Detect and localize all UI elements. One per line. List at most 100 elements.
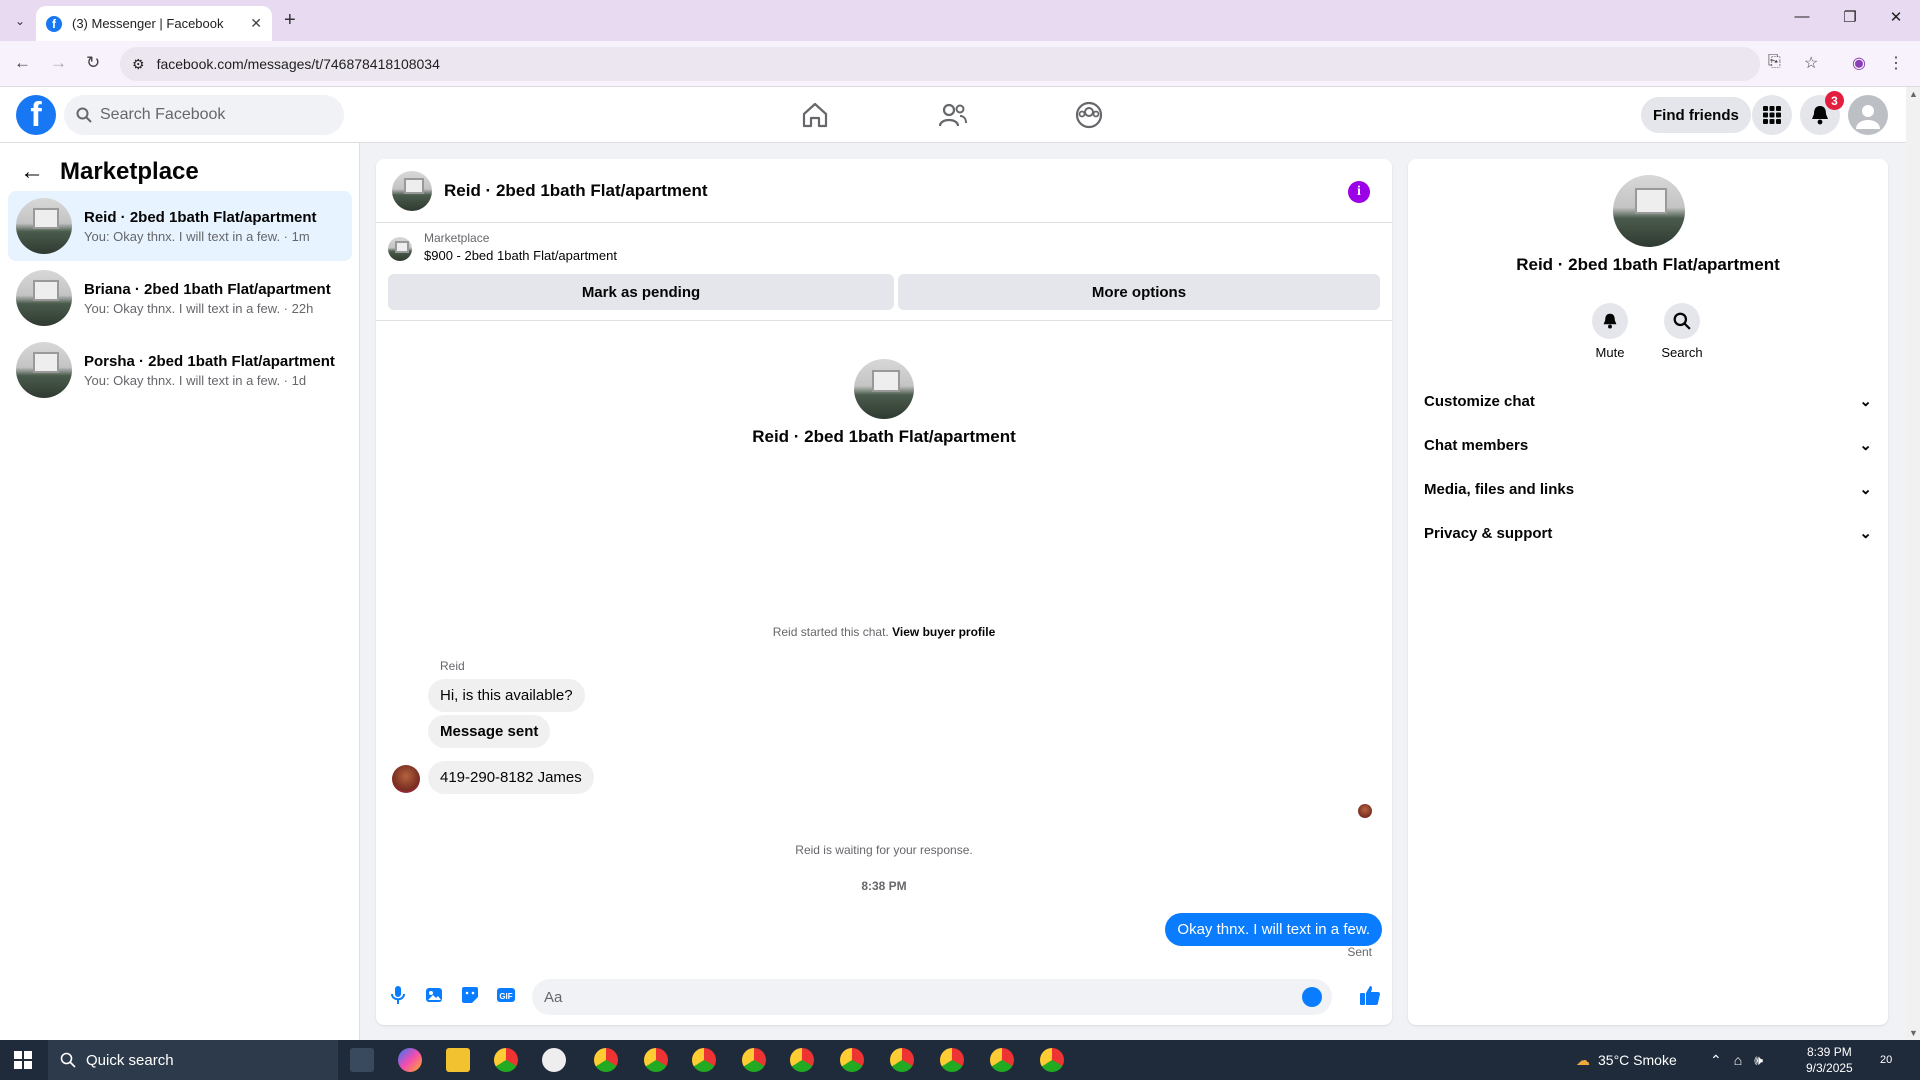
app-icon[interactable] — [542, 1048, 566, 1072]
customize-chat-section[interactable]: Customize chat ⌄ — [1424, 379, 1872, 423]
thumbs-up-icon[interactable] — [1358, 983, 1382, 1007]
incoming-message[interactable]: Message sent — [428, 715, 551, 748]
reload-icon[interactable]: ↻ — [86, 53, 100, 73]
scroll-down-arrow-icon[interactable]: ▼ — [1909, 1028, 1918, 1038]
photo-icon[interactable] — [422, 983, 446, 1007]
back-arrow-icon[interactable]: ← — [14, 53, 31, 73]
new-tab-plus-icon[interactable]: + — [284, 9, 296, 32]
privacy-support-section[interactable]: Privacy & support ⌄ — [1424, 511, 1872, 555]
tab-list-chevron-icon[interactable]: ⌄ — [8, 9, 32, 33]
browser-tab-active[interactable]: f (3) Messenger | Facebook ✕ — [36, 6, 272, 41]
marketplace-header: ← Marketplace — [20, 158, 199, 186]
listing-title[interactable]: $900 - 2bed 1bath Flat/apartment — [424, 248, 617, 263]
search-label: Search — [1661, 345, 1703, 360]
chrome-icon[interactable] — [790, 1048, 814, 1072]
account-avatar-button[interactable] — [1848, 95, 1888, 135]
info-avatar[interactable] — [1613, 175, 1685, 247]
facebook-logo-icon[interactable]: f — [16, 95, 56, 135]
system-tray[interactable]: ⌃ ⌂ 🕪 — [1710, 1040, 1763, 1080]
info-icon[interactable]: i — [1348, 181, 1370, 203]
tray-chevron-up-icon[interactable]: ⌃ — [1710, 1052, 1722, 1069]
chrome-icon[interactable] — [990, 1048, 1014, 1072]
chrome-icon[interactable] — [692, 1048, 716, 1072]
profile-icon[interactable]: ◉ — [1852, 53, 1866, 73]
search-icon — [60, 1052, 76, 1068]
facebook-search-input[interactable]: Search Facebook — [64, 95, 344, 135]
chat-members-section[interactable]: Chat members ⌄ — [1424, 423, 1872, 467]
facebook-header: f Search Facebook Find friends 3 — [0, 87, 1906, 143]
microphone-icon[interactable] — [386, 983, 410, 1007]
facebook-favicon-icon: f — [46, 15, 62, 32]
search-in-chat-button[interactable]: Search — [1650, 303, 1714, 360]
chrome-icon[interactable] — [1040, 1048, 1064, 1072]
svg-text:GIF: GIF — [499, 992, 512, 1001]
volume-icon[interactable]: 🕪 — [1754, 1052, 1763, 1069]
gif-icon[interactable]: GIF — [494, 983, 518, 1007]
window-close-icon[interactable]: ✕ — [1874, 8, 1918, 26]
conversation-item[interactable]: Reid · 2bed 1bath Flat/apartment You: Ok… — [8, 191, 352, 261]
browser-menu-icon[interactable]: ⋮ — [1888, 53, 1904, 73]
install-app-icon[interactable]: ⎘ — [1768, 53, 1781, 71]
chrome-icon[interactable] — [890, 1048, 914, 1072]
clock[interactable]: 8:39 PM 9/3/2025 — [1806, 1040, 1853, 1080]
chrome-icon[interactable] — [742, 1048, 766, 1072]
incoming-message[interactable]: 419-290-8182 James — [428, 761, 594, 794]
chrome-icon[interactable] — [840, 1048, 864, 1072]
taskbar-search[interactable]: Quick search — [48, 1040, 338, 1080]
network-icon[interactable]: ⌂ — [1734, 1052, 1742, 1068]
bell-icon — [1812, 106, 1828, 125]
back-arrow-icon[interactable]: ← — [20, 158, 44, 186]
windows-taskbar: Quick search ☁ 35°C Smoke ⌃ ⌂ 🕪 8:39 PM … — [0, 1040, 1920, 1080]
more-options-button[interactable]: More options — [898, 274, 1380, 310]
listing-thumbnail — [16, 342, 72, 398]
windows-start-icon[interactable] — [14, 1051, 32, 1069]
site-info-icon[interactable]: ⚙ — [132, 56, 145, 73]
sticker-icon[interactable] — [458, 983, 482, 1007]
chrome-icon[interactable] — [940, 1048, 964, 1072]
emoji-icon[interactable] — [1302, 987, 1322, 1007]
forward-arrow-icon[interactable]: → — [50, 53, 67, 73]
friends-icon[interactable] — [938, 101, 968, 129]
copilot-icon[interactable] — [398, 1048, 422, 1072]
bookmark-star-icon[interactable]: ☆ — [1804, 53, 1818, 73]
view-buyer-profile-link[interactable]: View buyer profile — [892, 625, 995, 639]
message-composer: GIF Aa — [376, 969, 1392, 1025]
notification-center[interactable]: 20 — [1880, 1040, 1892, 1080]
tab-close-icon[interactable]: ✕ — [250, 15, 262, 32]
chevron-down-icon: ⌄ — [1859, 393, 1872, 410]
incoming-message[interactable]: Hi, is this available? — [428, 679, 585, 712]
mute-button[interactable]: Mute — [1578, 303, 1642, 360]
scroll-up-arrow-icon[interactable]: ▲ — [1909, 89, 1918, 99]
chat-title[interactable]: Reid · 2bed 1bath Flat/apartment — [444, 181, 708, 201]
conversation-item[interactable]: Porsha · 2bed 1bath Flat/apartment You: … — [8, 335, 352, 405]
restore-icon[interactable]: ❐ — [1828, 8, 1872, 26]
notifications-button[interactable]: 3 — [1800, 91, 1844, 135]
chrome-icon[interactable] — [644, 1048, 668, 1072]
conversation-preview: You: Okay thnx. I will text in a few. · … — [84, 300, 314, 316]
task-view-icon[interactable] — [350, 1048, 374, 1072]
section-label: Media, files and links — [1424, 480, 1575, 498]
conversation-item[interactable]: Briana · 2bed 1bath Flat/apartment You: … — [8, 263, 352, 333]
media-files-links-section[interactable]: Media, files and links ⌄ — [1424, 467, 1872, 511]
bell-icon — [1592, 303, 1628, 339]
page-scrollbar[interactable]: ▲ ▼ — [1906, 87, 1920, 1040]
sender-avatar[interactable] — [392, 765, 420, 793]
home-icon[interactable] — [800, 101, 830, 129]
minimize-icon[interactable]: — — [1780, 8, 1824, 25]
chrome-icon[interactable] — [494, 1048, 518, 1072]
menu-grid-button[interactable] — [1752, 95, 1792, 135]
weather-widget[interactable]: ☁ 35°C Smoke — [1576, 1040, 1677, 1080]
outgoing-message[interactable]: Okay thnx. I will text in a few. — [1165, 913, 1382, 946]
mark-as-pending-button[interactable]: Mark as pending — [388, 274, 894, 310]
file-explorer-icon[interactable] — [446, 1048, 470, 1072]
chat-avatar[interactable] — [392, 170, 432, 211]
message-input[interactable]: Aa — [532, 979, 1332, 1015]
address-bar[interactable]: ⚙ facebook.com/messages/t/74687841810803… — [120, 47, 1760, 81]
groups-icon[interactable] — [1074, 101, 1104, 129]
waiting-note: Reid is waiting for your response. — [795, 843, 973, 857]
weather-text: 35°C Smoke — [1598, 1052, 1677, 1068]
chevron-down-icon: ⌄ — [1859, 481, 1872, 498]
find-friends-button[interactable]: Find friends — [1641, 97, 1751, 133]
chrome-icon[interactable] — [594, 1048, 618, 1072]
clock-time: 8:39 PM — [1807, 1045, 1852, 1059]
